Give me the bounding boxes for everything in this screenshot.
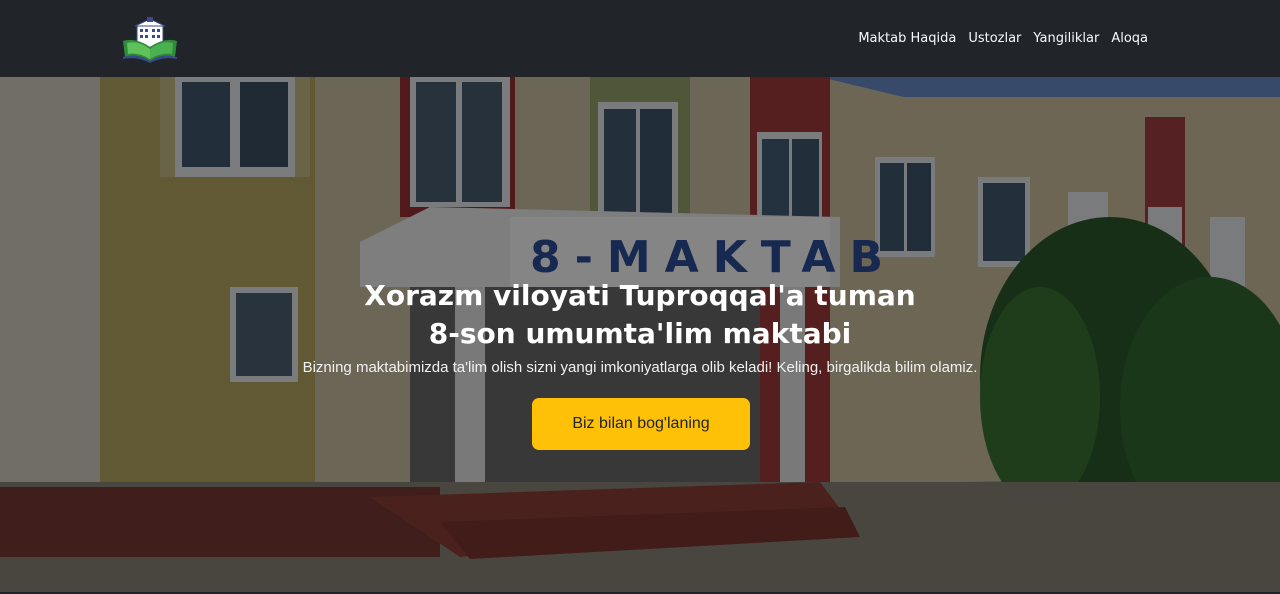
hero-title-line1: Xorazm viloyati Tuproqqal'a tuman xyxy=(364,279,916,312)
nav-link-ustozlar[interactable]: Ustozlar xyxy=(962,31,1027,46)
nav-link-maktab-haqida[interactable]: Maktab Haqida xyxy=(852,31,962,46)
hero-section: 8-MAKTAB Xorazm viloyati Tuproqqal'a tum… xyxy=(0,77,1280,594)
navbar: Maktab Haqida Ustozlar Yangiliklar Aloqa xyxy=(0,0,1280,77)
school-logo[interactable] xyxy=(121,17,179,63)
hero-content: Xorazm viloyati Tuproqqal'a tuman 8-son … xyxy=(0,77,1280,594)
nav-link-aloqa[interactable]: Aloqa xyxy=(1105,31,1154,46)
school-book-logo-icon xyxy=(123,17,177,63)
hero-title: Xorazm viloyati Tuproqqal'a tuman 8-son … xyxy=(240,277,1040,353)
hero-subtitle: Bizning maktabimizda ta'lim olish sizni … xyxy=(302,359,978,376)
nav-link-yangiliklar[interactable]: Yangiliklar xyxy=(1027,31,1105,46)
contact-us-button[interactable]: Biz bilan bog'laning xyxy=(532,398,750,450)
main-nav: Maktab Haqida Ustozlar Yangiliklar Aloqa xyxy=(852,0,1154,77)
hero-title-line2: 8-son umumta'lim maktabi xyxy=(428,317,852,350)
